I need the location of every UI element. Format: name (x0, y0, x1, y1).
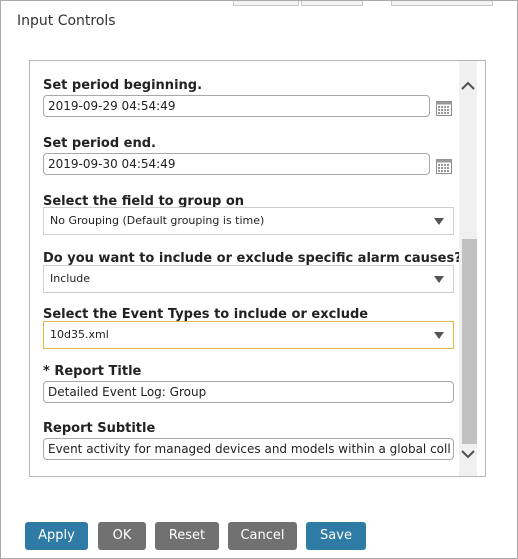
ok-button[interactable]: OK (98, 522, 146, 550)
calendar-icon[interactable] (436, 101, 452, 116)
chevron-down-icon[interactable] (459, 443, 477, 465)
alarm-causes-label: Do you want to include or exclude specif… (43, 251, 462, 266)
report-subtitle-label: Report Subtitle (43, 421, 156, 436)
dialog-titlebar[interactable]: Input Controls (1, 1, 517, 42)
chevron-up-icon[interactable] (459, 75, 477, 97)
calendar-icon[interactable] (436, 159, 452, 174)
event-types-select[interactable]: 10d35.xml (43, 321, 454, 349)
cancel-button[interactable]: Cancel (228, 522, 297, 550)
report-title-label: * Report Title (43, 364, 142, 379)
period-end-label: Set period end. (43, 136, 156, 151)
panel-scrollbar[interactable] (459, 61, 477, 476)
report-subtitle-input[interactable]: Event activity for managed devices and m… (43, 438, 454, 460)
period-end-input[interactable]: 2019-09-30 04:54:49 (43, 153, 430, 175)
event-types-label: Select the Event Types to include or exc… (43, 307, 369, 322)
input-controls-dialog: Input Controls Set period beginning. 201… (0, 0, 518, 559)
alarm-causes-value: Include (50, 272, 91, 285)
chevron-down-icon (434, 332, 444, 339)
report-title-input[interactable]: Detailed Event Log: Group (43, 381, 454, 403)
dialog-title: Input Controls (17, 13, 116, 29)
chevron-down-icon (434, 276, 444, 283)
event-types-value: 10d35.xml (50, 328, 109, 341)
save-button[interactable]: Save (306, 522, 366, 550)
period-begin-input[interactable]: 2019-09-29 04:54:49 (43, 95, 430, 117)
group-field-select[interactable]: No Grouping (Default grouping is time) (43, 207, 454, 235)
period-begin-label: Set period beginning. (43, 78, 203, 93)
controls-panel: Set period beginning. 2019-09-29 04:54:4… (29, 60, 486, 477)
alarm-causes-select[interactable]: Include (43, 265, 454, 293)
scrollbar-thumb[interactable] (462, 239, 477, 444)
reset-button[interactable]: Reset (155, 522, 219, 550)
chevron-down-icon (434, 218, 444, 225)
group-field-value: No Grouping (Default grouping is time) (50, 214, 265, 227)
apply-button[interactable]: Apply (25, 522, 88, 550)
